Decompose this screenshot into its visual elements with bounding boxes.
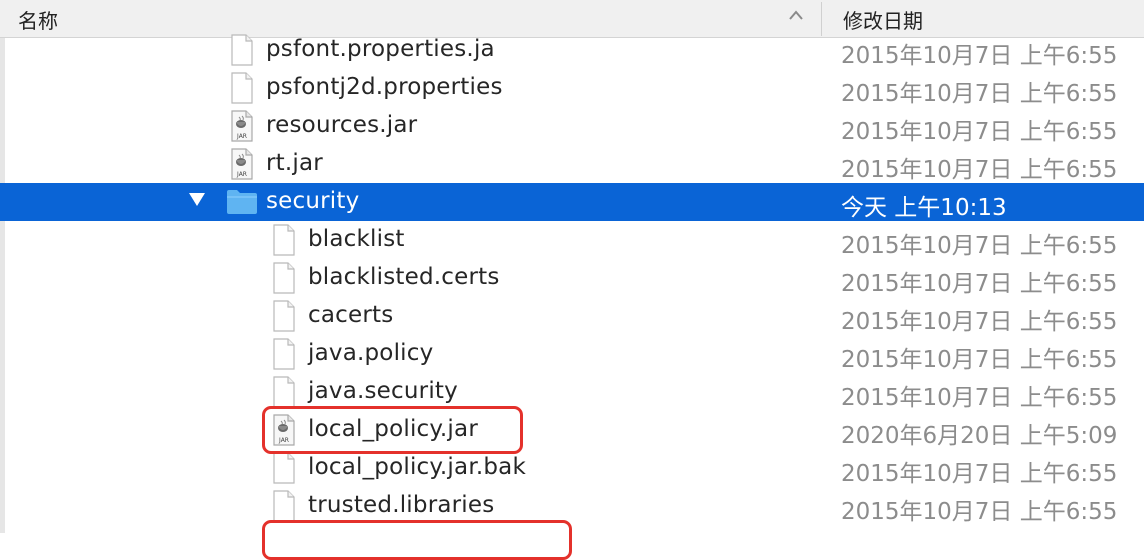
modified-date: 2015年10月7日 上午6:55 [841,347,1118,373]
modified-date: 2015年10月7日 上午6:55 [841,309,1118,335]
svg-text:JAR: JAR [236,133,247,140]
document-icon [272,376,296,408]
file-name: psfont.properties.ja [266,36,495,62]
file-row[interactable]: psfont.properties.ja 2015年10月7日 上午6:55 [0,31,1144,69]
modified-date: 2015年10月7日 上午6:55 [841,81,1118,107]
file-row[interactable]: psfontj2d.properties 2015年10月7日 上午6:55 [0,69,1144,107]
modified-date: 2015年10月7日 上午6:55 [841,461,1118,487]
document-icon [272,490,296,522]
sort-ascending-icon[interactable] [788,6,804,27]
file-row[interactable]: java.policy 2015年10月7日 上午6:55 [0,335,1144,373]
svg-text:JAR: JAR [236,171,247,178]
file-name: psfontj2d.properties [266,74,503,100]
folder-icon [226,188,257,220]
jar-file-icon: JAR [230,148,254,180]
modified-date: 2015年10月7日 上午6:55 [841,157,1118,183]
folder-row[interactable]: security 今天 上午10:13 [0,183,1144,221]
file-row[interactable]: blacklisted.certs 2015年10月7日 上午6:55 [0,259,1144,297]
file-name: blacklist [308,226,405,252]
file-name: blacklisted.certs [308,264,500,290]
document-icon [272,338,296,370]
file-row[interactable]: trusted.libraries 2015年10月7日 上午6:55 [0,487,1144,525]
modified-date: 2015年10月7日 上午6:55 [841,499,1118,525]
modified-date: 2015年10月7日 上午6:55 [841,119,1118,145]
modified-date: 2015年10月7日 上午6:55 [841,385,1118,411]
document-icon [272,262,296,294]
file-row[interactable]: JAR rt.jar 2015年10月7日 上午6:55 [0,145,1144,183]
file-name: rt.jar [266,150,323,176]
document-icon [272,224,296,256]
document-icon [272,300,296,332]
modified-date: 2015年10月7日 上午6:55 [841,233,1118,259]
modified-date: 今天 上午10:13 [841,195,1007,221]
modified-date: 2020年6月20日 上午5:09 [841,423,1118,449]
disclosure-triangle-down-icon[interactable] [188,191,206,213]
modified-date: 2015年10月7日 上午6:55 [841,43,1118,69]
file-name: java.security [308,378,458,404]
file-row[interactable]: local_policy.jar.bak 2015年10月7日 上午6:55 [0,449,1144,487]
modified-date: 2015年10月7日 上午6:55 [841,271,1118,297]
file-name: trusted.libraries [308,492,495,518]
file-row[interactable]: JAR resources.jar 2015年10月7日 上午6:55 [0,107,1144,145]
highlight-box-local-policy [262,406,523,454]
file-row[interactable]: JAR local_policy.jar 2020年6月20日 上午5:09 [0,411,1144,449]
file-name: security [266,188,360,214]
file-name: cacerts [308,302,394,328]
document-icon [272,452,296,484]
file-row[interactable]: cacerts 2015年10月7日 上午6:55 [0,297,1144,335]
file-name: resources.jar [266,112,418,138]
file-name: local_policy.jar.bak [308,454,526,480]
date-modified-column-header[interactable]: 修改日期 [843,5,923,34]
jar-file-icon: JAR [230,110,254,142]
document-icon [230,72,254,104]
file-name: java.policy [308,340,434,366]
file-row[interactable]: blacklist 2015年10月7日 上午6:55 [0,221,1144,259]
name-column-header[interactable]: 名称 [18,5,58,34]
document-icon [230,34,254,66]
file-list: psfont.properties.ja 2015年10月7日 上午6:55 psf… [0,31,1144,533]
file-row[interactable]: java.security 2015年10月7日 上午6:55 [0,373,1144,411]
highlight-box-next-item [262,520,572,560]
